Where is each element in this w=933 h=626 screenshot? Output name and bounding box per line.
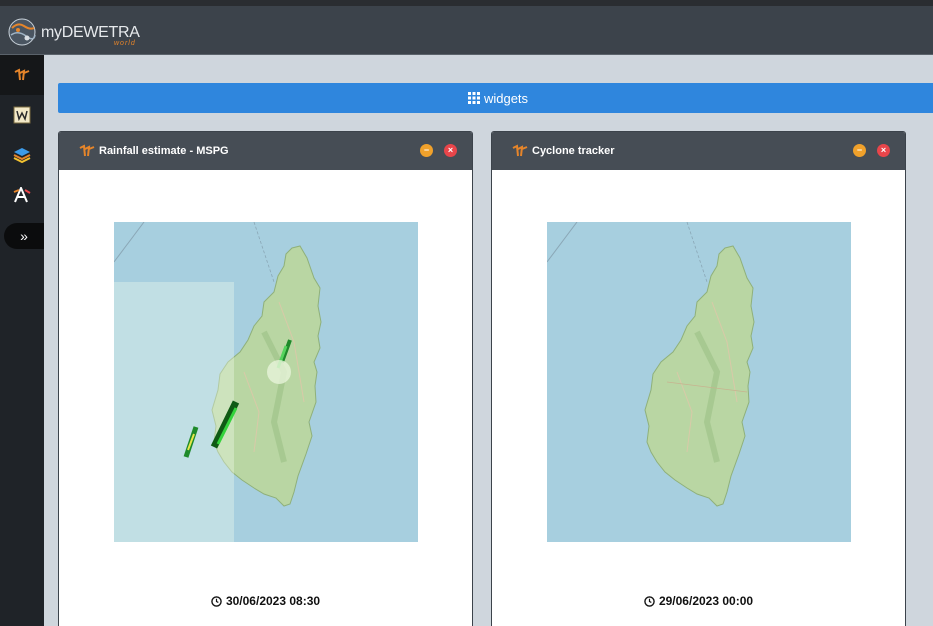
minimize-button[interactable]: − [853, 144, 866, 157]
sidebar-item-widgets[interactable] [0, 95, 44, 135]
grid-icon [467, 92, 480, 104]
sidebar-item-annotations[interactable] [0, 175, 44, 215]
close-button[interactable]: × [877, 144, 890, 157]
sidebar-item-mydewetra[interactable] [0, 55, 44, 95]
mydewetra-icon [14, 68, 30, 81]
close-button[interactable]: × [444, 144, 457, 157]
cyclone-map[interactable] [547, 222, 851, 542]
panel-header[interactable]: Rainfall estimate - MSPG − × [59, 132, 472, 170]
widget-w-icon [13, 106, 31, 124]
widget-panel-cyclone: Cyclone tracker − × 29/06/2023 00:00 [491, 131, 906, 626]
panel-title: Rainfall estimate - MSPG [99, 145, 229, 157]
font-a-icon [13, 187, 31, 203]
clock-icon [644, 595, 655, 607]
rainfall-map[interactable] [114, 222, 418, 542]
sidebar-item-layers[interactable] [0, 135, 44, 175]
widgets-label: widgets [483, 90, 529, 106]
layers-icon [13, 148, 31, 163]
app-header: myDEWETRA world [0, 6, 933, 55]
mydewetra-icon [512, 144, 528, 157]
panel-header[interactable]: Cyclone tracker − × [492, 132, 905, 170]
clock-icon [211, 595, 222, 607]
brand-subtitle: world [114, 40, 136, 47]
globe-logo-icon[interactable] [6, 16, 40, 48]
panel-timestamp: 29/06/2023 00:00 [492, 594, 905, 608]
minimize-button[interactable]: − [420, 144, 433, 157]
sidebar: » [0, 55, 44, 626]
mydewetra-icon [79, 144, 95, 157]
widget-panel-rainfall: Rainfall estimate - MSPG − × 30/06/2023 … [58, 131, 473, 626]
panel-title: Cyclone tracker [532, 145, 615, 157]
widgets-button[interactable]: widgets [58, 83, 933, 113]
panel-timestamp: 30/06/2023 08:30 [59, 594, 472, 608]
sidebar-expand-button[interactable]: » [4, 223, 44, 249]
